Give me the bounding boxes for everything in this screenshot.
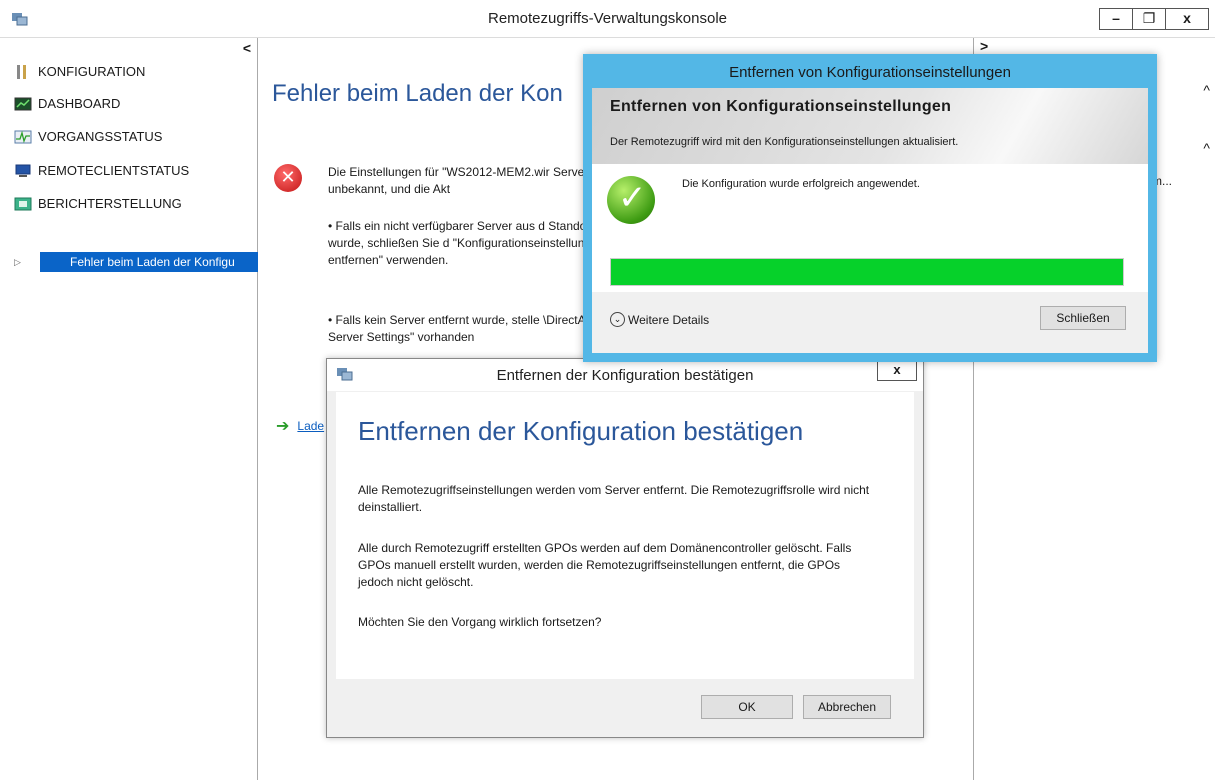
page-title: Fehler beim Laden der Kon <box>272 80 563 107</box>
progress-dialog: Entfernen von Konfigurationseinstellunge… <box>583 54 1157 362</box>
progress-dialog-body: ✓ Die Konfiguration wurde erfolgreich an… <box>592 164 1148 292</box>
caret-up-icon[interactable]: ^ <box>1203 140 1210 156</box>
tree-item-error[interactable]: ▷ Fehler beim Laden der Konfigu <box>14 252 258 272</box>
green-arrow-icon: ➔ <box>276 418 290 435</box>
nav-item-label: DASHBOARD <box>38 96 121 111</box>
left-navigation: < KONFIGURATION DASHBOARD VORGANGSSTATUS… <box>0 38 258 780</box>
restore-button[interactable]: ❐ <box>1132 8 1166 30</box>
confirm-paragraph-1: Alle Remotezugriffseinstellungen werden … <box>358 483 870 514</box>
report-icon <box>14 197 32 210</box>
network-status-icon <box>14 130 32 143</box>
close-button[interactable]: x <box>1165 8 1209 30</box>
nav-item-vorgangsstatus[interactable]: VORGANGSSTATUS <box>14 129 162 144</box>
dashboard-icon <box>14 97 32 110</box>
nav-item-remoteclientstatus[interactable]: REMOTECLIENTSTATUS <box>14 163 189 178</box>
progress-dialog-footer: ⌄ Weitere Details Schließen <box>592 292 1148 353</box>
computer-icon <box>15 164 31 177</box>
nav-item-dashboard[interactable]: DASHBOARD <box>14 96 120 111</box>
progress-bar <box>610 258 1124 286</box>
progress-dialog-subheading: Der Remotezugriff wird mit den Konfigura… <box>610 136 959 148</box>
more-details-toggle[interactable]: ⌄ Weitere Details <box>610 312 709 327</box>
success-check-icon: ✓ <box>607 176 655 224</box>
expand-arrow-icon[interactable]: ▷ <box>14 257 40 268</box>
nav-item-label: REMOTECLIENTSTATUS <box>38 163 190 178</box>
confirm-dialog-heading: Entfernen der Konfiguration bestätigen <box>358 416 804 446</box>
progress-dialog-title: Entfernen von Konfigurationseinstellunge… <box>729 64 1011 81</box>
progress-dialog-inner: Entfernen von Konfigurationseinstellunge… <box>592 88 1148 353</box>
cancel-button[interactable]: Abbrechen <box>803 695 891 719</box>
confirm-question: Möchten Sie den Vorgang wirklich fortset… <box>358 615 602 629</box>
progress-bar-fill <box>611 259 1123 285</box>
nav-item-label: KONFIGURATION <box>38 64 146 79</box>
nav-item-label: VORGANGSSTATUS <box>38 129 163 144</box>
ok-button[interactable]: OK <box>701 695 793 719</box>
schliessen-button[interactable]: Schließen <box>1040 306 1126 330</box>
confirm-dialog-body: Entfernen der Konfiguration bestätigen A… <box>336 392 914 680</box>
progress-dialog-header: Entfernen von Konfigurationseinstellunge… <box>592 88 1148 164</box>
progress-dialog-heading: Entfernen von Konfigurationseinstellunge… <box>610 98 952 115</box>
confirm-dialog-titlebar: Entfernen der Konfiguration bestätigen x <box>327 359 923 391</box>
error-icon: ✕ <box>274 164 302 192</box>
nav-item-berichterstellung[interactable]: BERICHTERSTELLUNG <box>14 196 182 211</box>
confirm-dialog-close-button[interactable]: x <box>877 361 917 381</box>
success-message: Die Konfiguration wurde erfolgreich ange… <box>682 178 920 190</box>
window-titlebar: Remotezugriffs-Verwaltungskonsole – ❐ x <box>0 0 1215 38</box>
nav-item-label: BERICHTERSTELLUNG <box>38 196 182 211</box>
more-details-label: Weitere Details <box>628 312 710 327</box>
nav-item-konfiguration[interactable]: KONFIGURATION <box>14 64 145 79</box>
reload-link-row: ➔ Lade <box>276 416 324 436</box>
reload-link[interactable]: Lade <box>297 419 324 433</box>
tools-icon <box>17 64 26 79</box>
tree-item-label: Fehler beim Laden der Konfigu <box>40 252 258 272</box>
expand-right-arrow-icon[interactable]: > <box>980 38 988 54</box>
confirm-paragraph-2: Alle durch Remotezugriff erstellten GPOs… <box>358 541 852 589</box>
minimize-button[interactable]: – <box>1099 8 1133 30</box>
caret-up-icon[interactable]: ^ <box>1203 82 1210 98</box>
window-title: Remotezugriffs-Verwaltungskonsole <box>487 10 727 27</box>
collapse-left-button[interactable]: < <box>243 40 251 56</box>
chevron-down-icon: ⌄ <box>610 312 625 327</box>
confirm-dialog-footer: OK Abbrechen <box>327 679 923 737</box>
confirm-dialog: Entfernen der Konfiguration bestätigen x… <box>326 358 924 738</box>
confirm-dialog-title: Entfernen der Konfiguration bestätigen <box>496 367 754 384</box>
